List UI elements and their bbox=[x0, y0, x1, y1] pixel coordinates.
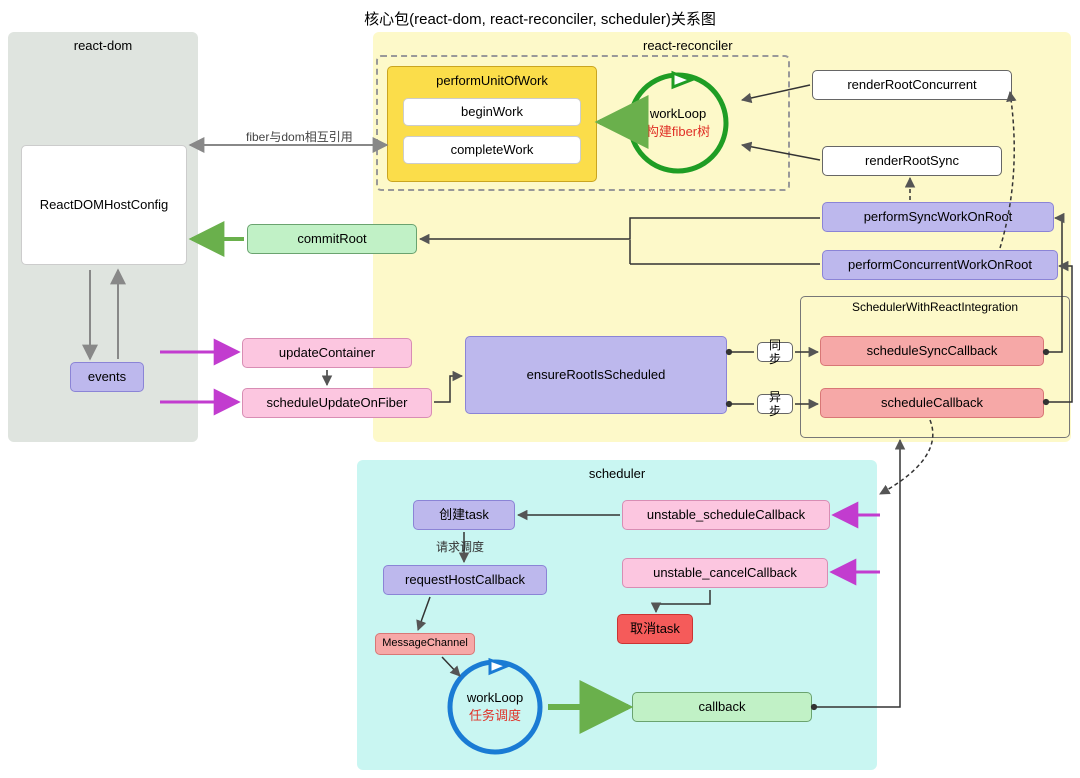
workloop-scheduler-name: workLoop bbox=[467, 690, 523, 705]
node-perform-concurrent-work-on-root: performConcurrentWorkOnRoot bbox=[822, 250, 1058, 280]
node-callback: callback bbox=[632, 692, 812, 722]
node-commit-root: commitRoot bbox=[247, 224, 417, 254]
node-begin-work: beginWork bbox=[403, 98, 581, 126]
chip-sync: 同步 bbox=[757, 342, 793, 362]
node-react-dom-host-config: ReactDOMHostConfig bbox=[21, 145, 187, 265]
node-request-host-callback: requestHostCallback bbox=[383, 565, 547, 595]
node-schedule-sync-callback: scheduleSyncCallback bbox=[820, 336, 1044, 366]
panel-react-dom-label: react-dom bbox=[8, 38, 198, 53]
node-events: events bbox=[70, 362, 144, 392]
diagram-title: 核心包(react-dom, react-reconciler, schedul… bbox=[0, 8, 1080, 29]
node-create-task: 创建task bbox=[413, 500, 515, 530]
node-update-container: updateContainer bbox=[242, 338, 412, 368]
node-ensure-root-is-scheduled: ensureRootIsScheduled bbox=[465, 336, 727, 414]
node-schedule-update-on-fiber: scheduleUpdateOnFiber bbox=[242, 388, 432, 418]
node-schedule-callback: scheduleCallback bbox=[820, 388, 1044, 418]
node-unstable-cancel-callback: unstable_cancelCallback bbox=[622, 558, 828, 588]
panel-react-reconciler-label: react-reconciler bbox=[643, 38, 733, 53]
node-workloop-scheduler: workLoop 任务调度 bbox=[445, 657, 545, 757]
chip-async: 异步 bbox=[757, 394, 793, 414]
swri-label: SchedulerWithReactIntegration bbox=[800, 300, 1070, 314]
node-perform-sync-work-on-root: performSyncWorkOnRoot bbox=[822, 202, 1054, 232]
workloop-reconciler-name: workLoop bbox=[650, 106, 706, 121]
panel-scheduler-label: scheduler bbox=[357, 466, 877, 481]
workloop-scheduler-sub: 任务调度 bbox=[469, 705, 521, 724]
node-unstable-schedule-callback: unstable_scheduleCallback bbox=[622, 500, 830, 530]
node-workloop-reconciler: workLoop 构建fiber树 bbox=[625, 70, 731, 176]
node-cancel-task: 取消task bbox=[617, 614, 693, 644]
node-render-root-concurrent: renderRootConcurrent bbox=[812, 70, 1012, 100]
workloop-reconciler-sub: 构建fiber树 bbox=[646, 121, 710, 140]
node-message-channel: MessageChannel bbox=[375, 633, 475, 655]
label-fiber-dom: fiber与dom相互引用 bbox=[246, 128, 353, 145]
node-render-root-sync: renderRootSync bbox=[822, 146, 1002, 176]
label-request-schedule: 请求调度 bbox=[436, 538, 484, 555]
node-complete-work: completeWork bbox=[403, 136, 581, 164]
